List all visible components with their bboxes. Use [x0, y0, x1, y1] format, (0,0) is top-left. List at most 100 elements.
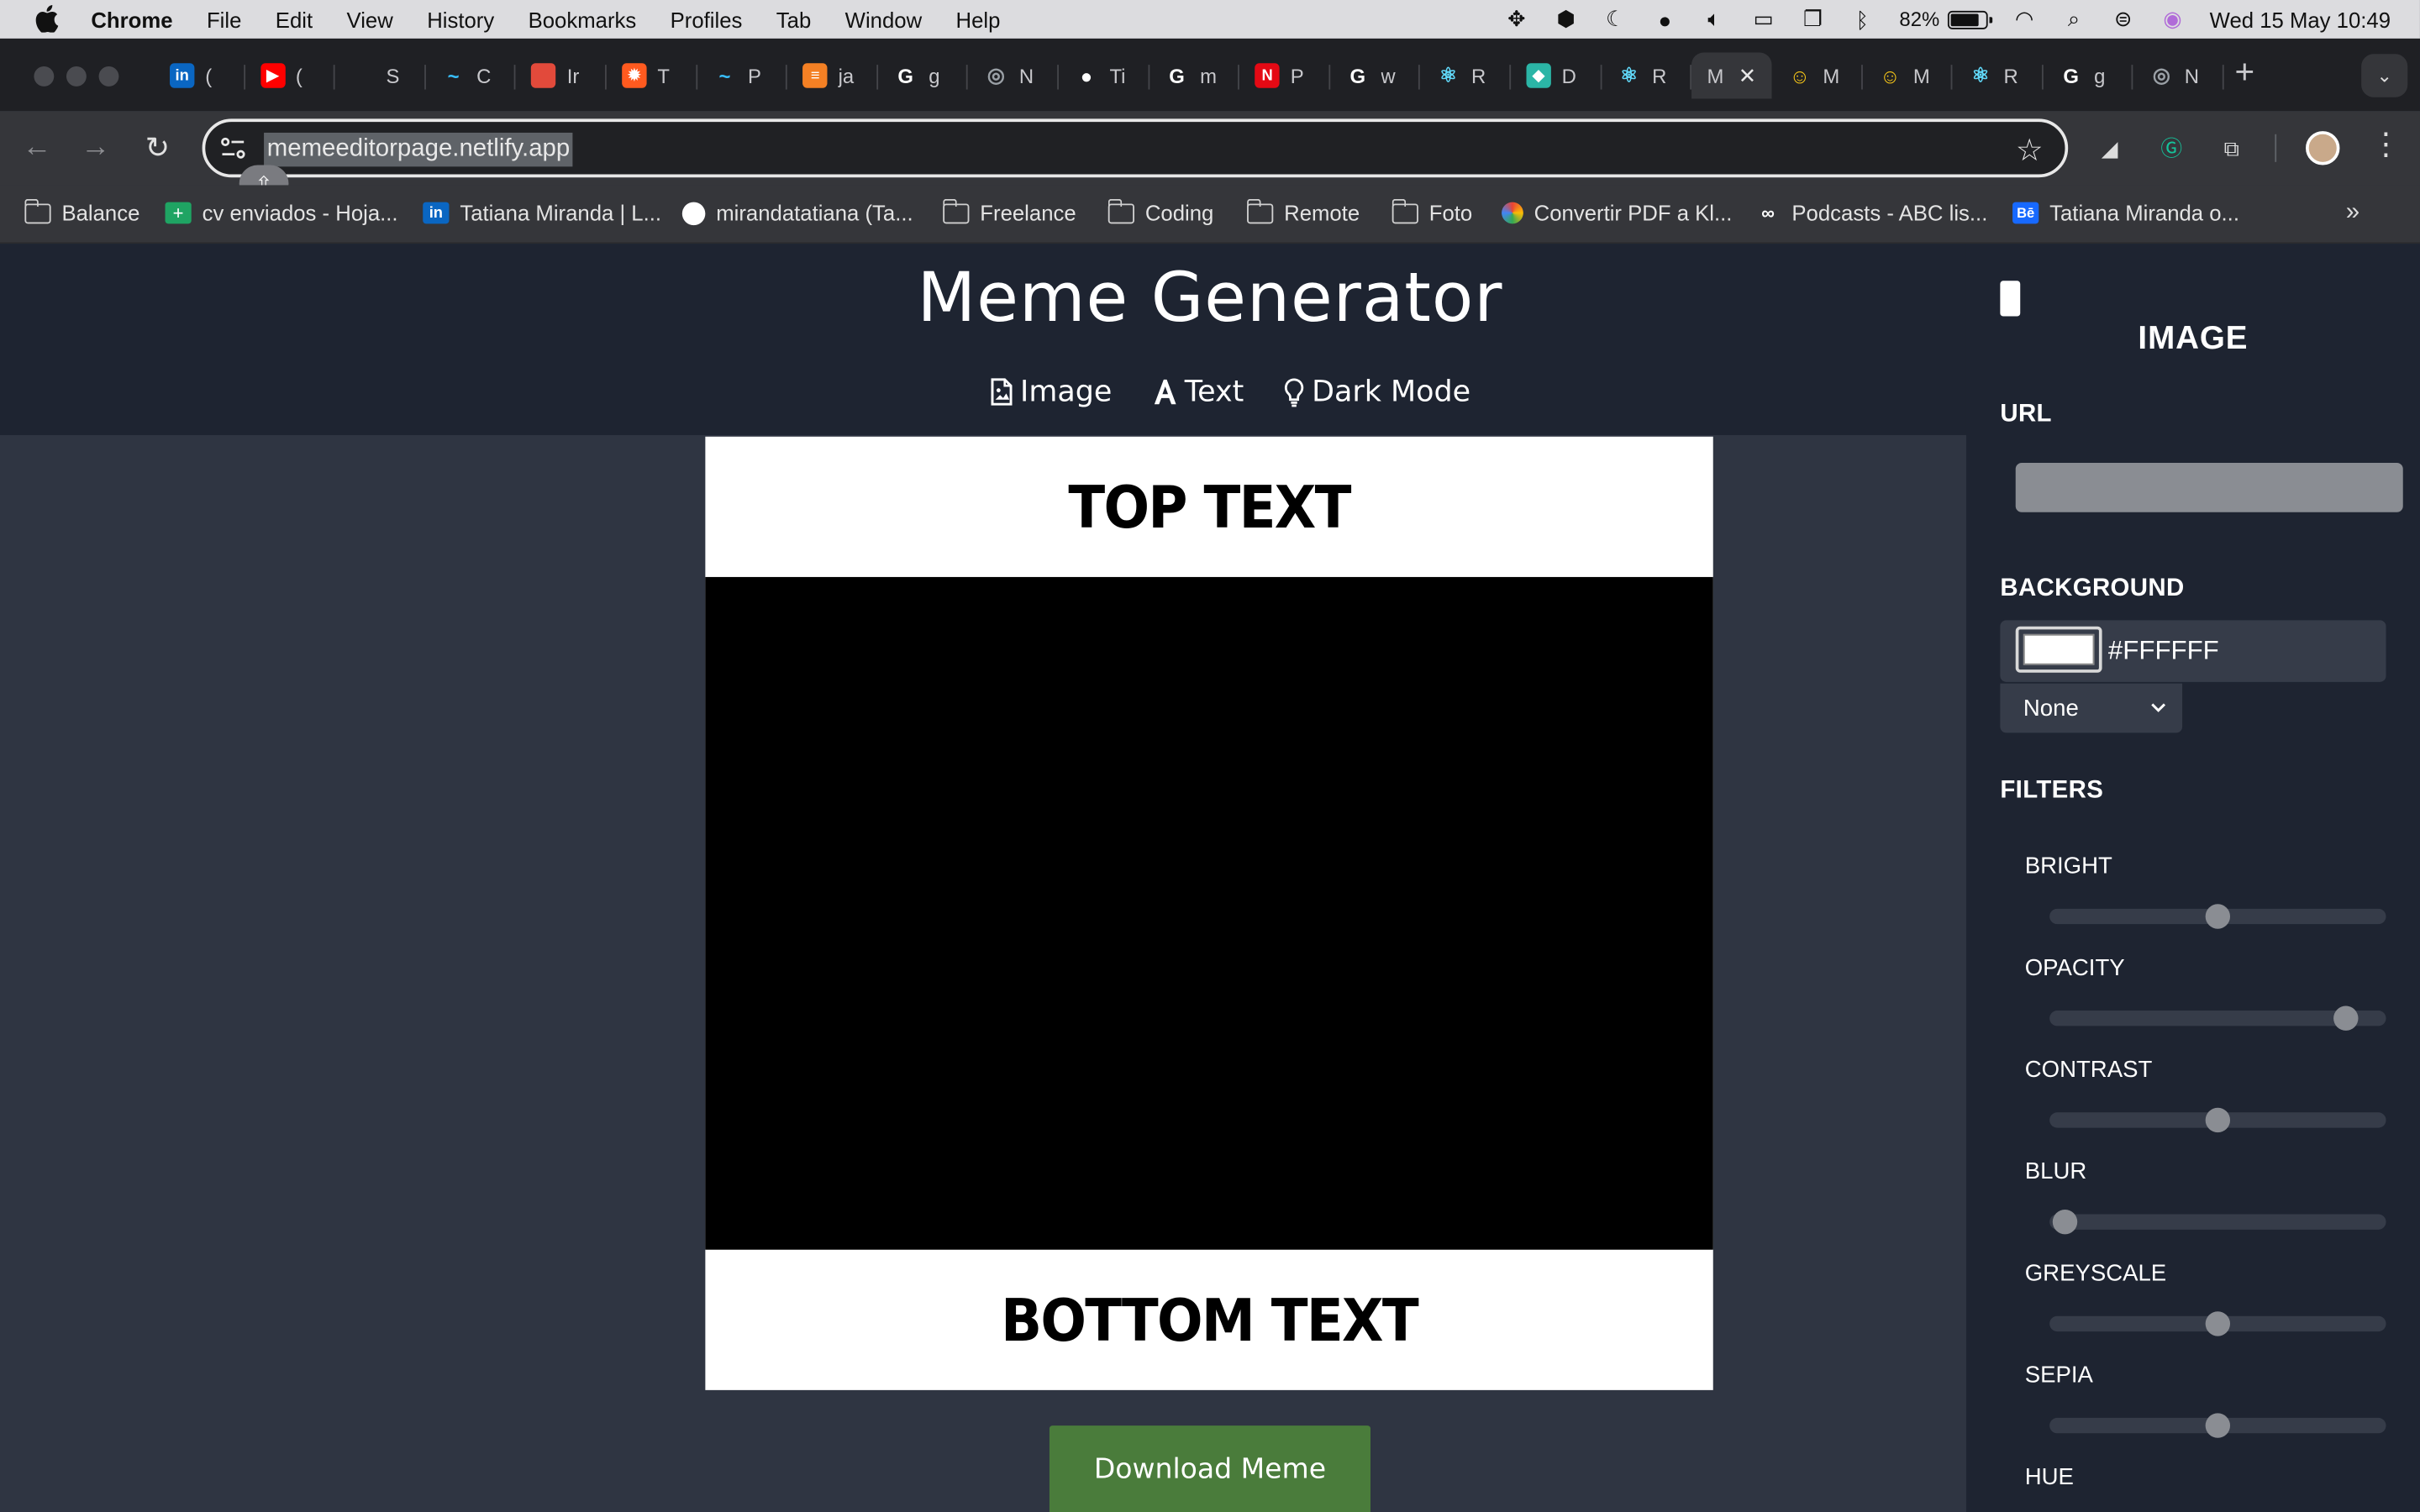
wifi-icon[interactable]: ◠ — [2011, 6, 2039, 31]
browser-tab[interactable]: S — [335, 52, 426, 98]
browser-tab[interactable]: in ( — [155, 52, 245, 98]
menu-view[interactable]: View — [347, 7, 393, 31]
do-not-disturb-moon-icon[interactable]: ☾ — [1602, 6, 1629, 31]
bluetooth-icon[interactable]: ᛒ — [1849, 7, 1876, 31]
close-tab-icon[interactable]: ✕ — [1739, 63, 1757, 89]
menu-tab[interactable]: Tab — [776, 7, 811, 31]
control-center-icon[interactable]: ⊜ — [2109, 6, 2137, 31]
minimize-window-button[interactable] — [66, 66, 87, 87]
browser-tab[interactable]: ● Ti — [1059, 52, 1150, 98]
filter-slider-greyscale[interactable] — [2049, 1311, 2386, 1336]
nav-dark-mode-button[interactable]: Dark Mode — [1284, 375, 1470, 409]
volume-icon[interactable]: 🔈︎ — [1700, 6, 1728, 31]
background-color-picker[interactable]: #FFFFFF — [2000, 620, 2386, 682]
browser-tab[interactable]: Gg — [2044, 52, 2134, 98]
bookmark-github[interactable]: mirandatatiana (Ta... — [681, 196, 913, 229]
browser-tab[interactable]: ◎ N — [2133, 52, 2224, 98]
image-settings-panel: IMAGE URL BACKGROUND #FFFFFF None FILTER… — [1965, 244, 2420, 1512]
slider-thumb[interactable] — [2052, 1209, 2078, 1235]
more-bookmarks-chevron-icon[interactable]: » — [2346, 199, 2360, 227]
reload-icon[interactable]: ↻ — [140, 131, 174, 165]
bookmark-foto[interactable]: Foto — [1391, 196, 1472, 229]
browser-tab[interactable]: ☺ M — [1772, 52, 1863, 98]
browser-tab[interactable]: ☺ M — [1862, 52, 1953, 98]
profile-avatar[interactable] — [2306, 131, 2340, 165]
slider-thumb[interactable] — [2333, 1005, 2359, 1031]
browser-tab[interactable]: M ✕ — [1691, 52, 1772, 99]
menu-edit[interactable]: Edit — [276, 7, 313, 31]
url-text[interactable]: memeeditorpage.netlify.app — [264, 132, 573, 167]
back-arrow-icon[interactable]: ← — [20, 131, 54, 165]
close-window-button[interactable] — [34, 66, 55, 87]
bookmark-coding[interactable]: Coding — [1107, 196, 1213, 229]
browser-tab[interactable]: Gm — [1149, 52, 1239, 98]
filter-slider-sepia[interactable] — [2049, 1413, 2386, 1438]
menu-chrome[interactable]: Chrome — [91, 7, 172, 31]
grammarly-extension-icon[interactable]: Ⓖ — [2154, 131, 2188, 165]
display-icon[interactable]: ▭ — [1749, 6, 1777, 31]
filter-slider-contrast[interactable] — [2049, 1107, 2386, 1133]
browser-tab[interactable]: ⚛ R — [1602, 52, 1692, 98]
tab-search-chevron-icon[interactable]: ⌄ — [2361, 54, 2408, 97]
bookmark-behance[interactable]: Bē Tatiana Miranda o... — [2012, 196, 2239, 229]
menu-profiles[interactable]: Profiles — [671, 7, 743, 31]
bookmark-podcasts[interactable]: ∞ Podcasts - ABC lis... — [1754, 196, 1987, 229]
new-tab-plus-icon[interactable]: + — [2235, 55, 2255, 89]
menu-history[interactable]: History — [427, 7, 494, 31]
filter-slider-opacity[interactable] — [2049, 1005, 2386, 1031]
browser-tab[interactable]: ≡ ja — [787, 52, 878, 98]
browser-tab[interactable]: ◎ N — [968, 52, 1059, 98]
browser-tab[interactable]: ✹ T — [607, 52, 697, 98]
hexagon-app-icon[interactable]: ⬢ — [1552, 6, 1580, 31]
bookmark-star-icon[interactable]: ☆ — [2016, 131, 2044, 170]
browser-tab[interactable]: Gg — [878, 52, 969, 98]
browser-tab[interactable]: ▶( — [245, 52, 335, 98]
menu-file[interactable]: File — [207, 7, 241, 31]
bookmark-balance[interactable]: Balance — [24, 196, 139, 229]
browser-tab[interactable]: ~ P — [697, 52, 787, 98]
stage-manager-icon[interactable]: ❐ — [1799, 6, 1827, 31]
grammarly-icon[interactable]: ● — [1651, 7, 1679, 31]
chrome-menu-kebab-icon[interactable]: ⋮ — [2370, 129, 2402, 160]
blend-mode-select[interactable]: None — [2000, 683, 2183, 733]
figma-icon[interactable]: ✥ — [1502, 6, 1530, 31]
browser-tab[interactable]: ⚛ R — [1420, 52, 1511, 98]
browser-tab[interactable]: ⚛ R — [1953, 52, 2044, 98]
clock[interactable]: Wed 15 May 10:49 — [2210, 7, 2391, 31]
menu-help[interactable]: Help — [956, 7, 1001, 31]
panel-close-handle[interactable] — [2000, 281, 2021, 317]
spotlight-search-icon[interactable]: ⌕ — [2060, 6, 2088, 31]
extensions-puzzle-icon[interactable]: ⧉ — [2215, 131, 2249, 165]
apple-logo-icon[interactable] — [34, 5, 59, 33]
bookmark-convertir-pdf[interactable]: Convertir PDF a Kl... — [1502, 196, 1732, 229]
menu-window[interactable]: Window — [845, 7, 922, 31]
bookmark-cv-enviados[interactable]: + cv enviados - Hoja... — [165, 196, 398, 229]
address-bar[interactable]: memeeditorpage.netlify.app ☆ — [202, 118, 2069, 178]
browser-tab[interactable]: ◆ D — [1511, 52, 1602, 98]
slider-thumb[interactable] — [2205, 904, 2231, 929]
battery-indicator[interactable]: 82% — [1899, 8, 1992, 31]
nav-text-button[interactable]: Text — [1152, 375, 1244, 409]
browser-tab[interactable]: Gw — [1330, 52, 1421, 98]
bookmark-remote[interactable]: Remote — [1246, 196, 1360, 229]
download-meme-button[interactable]: Download Meme — [1049, 1425, 1370, 1512]
nav-image-button[interactable]: Image — [991, 375, 1112, 409]
browser-tab[interactable]: NP — [1239, 52, 1330, 98]
zoom-window-button[interactable] — [98, 66, 119, 87]
slider-thumb[interactable] — [2205, 1413, 2231, 1438]
menu-bookmarks[interactable]: Bookmarks — [529, 7, 637, 31]
slider-thumb[interactable] — [2205, 1107, 2231, 1133]
image-url-input[interactable] — [2015, 463, 2403, 512]
slider-thumb[interactable] — [2205, 1311, 2231, 1336]
bookmark-freelance[interactable]: Freelance — [942, 196, 1076, 229]
color-swatch[interactable] — [2015, 626, 2102, 673]
forward-arrow-icon[interactable]: → — [79, 131, 113, 165]
filter-slider-blur[interactable] — [2049, 1209, 2386, 1235]
browser-tab[interactable]: ~ C — [426, 52, 517, 98]
siri-icon[interactable]: ◉ — [2159, 6, 2186, 31]
filter-slider-bright[interactable] — [2049, 904, 2386, 929]
extension-fox-icon[interactable]: ◢ — [2093, 131, 2127, 165]
browser-tab[interactable]: Ir — [516, 52, 607, 98]
site-settings-icon[interactable] — [221, 137, 245, 159]
bookmark-linkedin[interactable]: in Tatiana Miranda | L... — [423, 196, 661, 229]
